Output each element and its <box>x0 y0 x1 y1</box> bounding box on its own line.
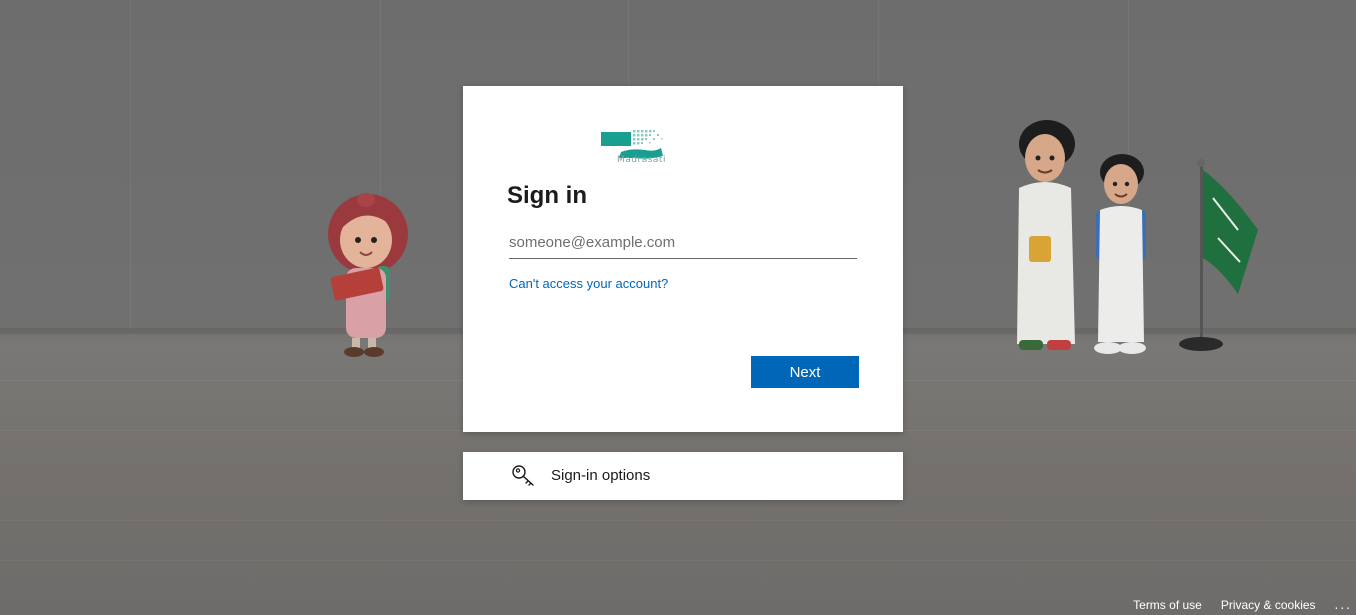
email-field[interactable] <box>509 228 857 259</box>
saudi-flag-illustration <box>1179 159 1258 351</box>
floor-grain <box>0 560 1356 561</box>
page-title: Sign in <box>507 182 587 209</box>
wall-panel-seam <box>130 0 131 330</box>
sign-in-options-button[interactable]: Sign-in options <box>463 452 903 500</box>
floor-grain <box>0 520 1356 521</box>
next-button[interactable]: Next <box>751 356 859 388</box>
privacy-cookies-link[interactable]: Privacy & cookies <box>1221 598 1316 612</box>
logo-wordmark: Madrasati <box>617 155 666 165</box>
footer: Terms of use Privacy & cookies ... <box>1114 595 1356 615</box>
boy-student-illustration <box>1017 120 1075 350</box>
sign-in-card: Madrasati Sign in Can't access your acco… <box>463 86 903 432</box>
younger-boy-illustration <box>1094 154 1146 354</box>
girl-student-illustration <box>328 193 408 357</box>
more-options-button[interactable]: ... <box>1335 598 1352 612</box>
key-icon <box>512 465 534 486</box>
cant-access-account-link[interactable]: Can't access your account? <box>509 276 668 291</box>
terms-of-use-link[interactable]: Terms of use <box>1133 598 1202 612</box>
sign-in-options-label: Sign-in options <box>551 467 651 484</box>
